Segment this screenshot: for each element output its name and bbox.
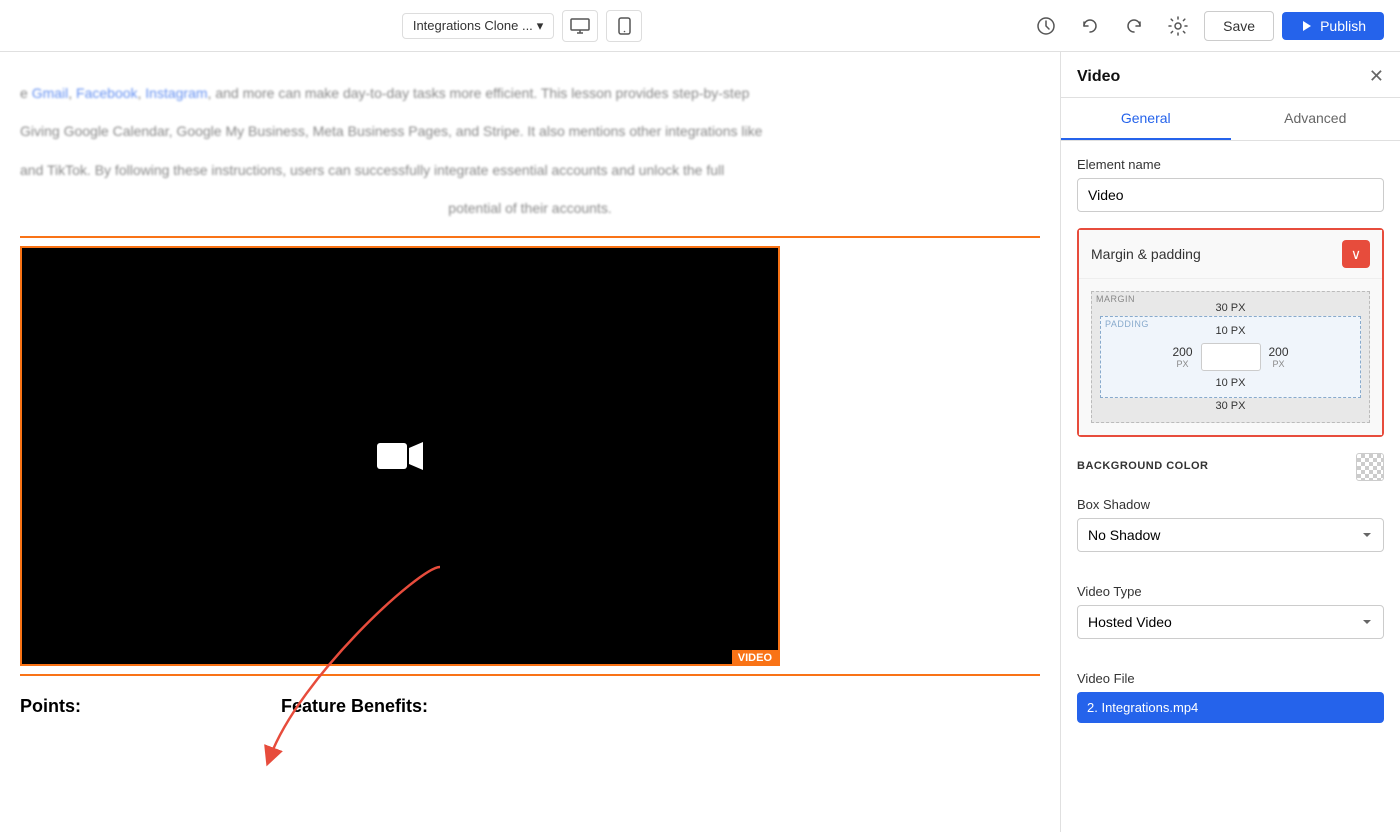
- margin-padding-diagram: MARGIN 30 PX PADDING 10 PX 200 PX: [1079, 279, 1382, 435]
- video-type-select[interactable]: Hosted Video: [1077, 605, 1384, 639]
- canvas-text-2: Giving Google Calendar, Google My Busine…: [20, 120, 1040, 142]
- margin-top-value: 30 PX: [1100, 300, 1361, 316]
- video-label: VIDEO: [732, 650, 778, 666]
- margin-label: MARGIN: [1096, 294, 1135, 304]
- mobile-icon: [618, 17, 631, 35]
- background-color-picker[interactable]: [1356, 453, 1384, 481]
- background-color-section: BACKGROUND COLOR: [1077, 453, 1384, 481]
- padding-center-input[interactable]: [1201, 343, 1261, 371]
- undo-icon: [1081, 17, 1099, 35]
- margin-padding-section: Margin & padding ∨ MARGIN 30 PX PADDING …: [1077, 228, 1384, 437]
- feature-benefits-heading: Feature Benefits:: [281, 696, 428, 717]
- desktop-icon: [570, 18, 590, 34]
- background-color-row: BACKGROUND COLOR: [1077, 453, 1384, 481]
- margin-padding-toggle-button[interactable]: ∨: [1342, 240, 1370, 268]
- padding-left-value: 200 PX: [1172, 345, 1192, 369]
- margin-padding-title: Margin & padding: [1091, 246, 1201, 262]
- margin-bottom-value: 30 PX: [1100, 398, 1361, 414]
- canvas-text-3: and TikTok. By following these instructi…: [20, 159, 1040, 181]
- padding-box: PADDING 10 PX 200 PX 200 PX: [1100, 316, 1361, 398]
- video-file-label: Video File: [1077, 671, 1384, 686]
- video-element[interactable]: VIDEO: [20, 246, 780, 666]
- canvas-text-1: e Gmail, Facebook, Instagram, and more c…: [20, 82, 1040, 104]
- save-button[interactable]: Save: [1204, 11, 1274, 41]
- chevron-down-icon: ▾: [537, 18, 544, 34]
- publish-icon: [1300, 19, 1314, 33]
- element-name-input[interactable]: [1077, 178, 1384, 212]
- topbar: Integrations Clone ... ▾: [0, 0, 1400, 52]
- canvas-area[interactable]: e Gmail, Facebook, Instagram, and more c…: [0, 52, 1060, 832]
- undo-button[interactable]: [1072, 10, 1108, 42]
- element-name-field-group: Element name: [1077, 157, 1384, 228]
- panel-body: Element name Margin & padding ∨ MARGIN 3…: [1061, 141, 1400, 832]
- gear-icon: [1168, 16, 1188, 36]
- bottom-text-area: Points: Feature Benefits:: [20, 696, 1040, 717]
- topbar-center: Integrations Clone ... ▾: [402, 10, 643, 42]
- panel-close-button[interactable]: ✕: [1369, 66, 1384, 97]
- padding-bottom-value: 10 PX: [1109, 375, 1352, 391]
- tab-general[interactable]: General: [1061, 98, 1231, 140]
- panel-tabs: General Advanced: [1061, 98, 1400, 141]
- video-file-group: Video File 2. Integrations.mp4: [1077, 671, 1384, 723]
- redo-icon: [1125, 17, 1143, 35]
- panel-header: Video ✕: [1061, 52, 1400, 98]
- tab-advanced[interactable]: Advanced: [1231, 98, 1400, 140]
- video-type-label: Video Type: [1077, 584, 1384, 599]
- box-shadow-select[interactable]: No Shadow: [1077, 518, 1384, 552]
- main-layout: e Gmail, Facebook, Instagram, and more c…: [0, 52, 1400, 832]
- margin-box: MARGIN 30 PX PADDING 10 PX 200 PX: [1091, 291, 1370, 423]
- canvas-text-4: potential of their accounts.: [20, 197, 1040, 219]
- video-type-group: Video Type Hosted Video: [1077, 584, 1384, 655]
- margin-padding-header: Margin & padding ∨: [1079, 230, 1382, 279]
- settings-button[interactable]: [1160, 10, 1196, 42]
- video-play-icon: [376, 438, 424, 474]
- box-shadow-group: Box Shadow No Shadow: [1077, 497, 1384, 568]
- feature-benefits-section: Feature Benefits:: [281, 696, 428, 717]
- chevron-down-icon: ∨: [1351, 246, 1361, 263]
- device-selector-label: Integrations Clone ...: [413, 18, 533, 33]
- mobile-view-button[interactable]: [606, 10, 642, 42]
- padding-right-value: 200 PX: [1269, 345, 1289, 369]
- history-button[interactable]: [1028, 10, 1064, 42]
- video-file-button[interactable]: 2. Integrations.mp4: [1077, 692, 1384, 723]
- publish-button[interactable]: Publish: [1282, 12, 1384, 40]
- desktop-view-button[interactable]: [562, 10, 598, 42]
- points-section: Points:: [20, 696, 81, 717]
- padding-middle-row: 200 PX 200 PX: [1109, 339, 1352, 375]
- topbar-right: Save Publish: [1028, 10, 1384, 42]
- right-panel: Video ✕ General Advanced Element name: [1060, 52, 1400, 832]
- points-heading: Points:: [20, 696, 81, 717]
- redo-button[interactable]: [1116, 10, 1152, 42]
- box-shadow-label: Box Shadow: [1077, 497, 1384, 512]
- element-name-label: Element name: [1077, 157, 1384, 172]
- panel-title: Video: [1077, 68, 1120, 96]
- padding-label: PADDING: [1105, 319, 1149, 329]
- canvas-content: e Gmail, Facebook, Instagram, and more c…: [0, 52, 1060, 832]
- history-icon: [1036, 16, 1056, 36]
- device-selector[interactable]: Integrations Clone ... ▾: [402, 13, 555, 39]
- background-color-label: BACKGROUND COLOR: [1077, 460, 1208, 472]
